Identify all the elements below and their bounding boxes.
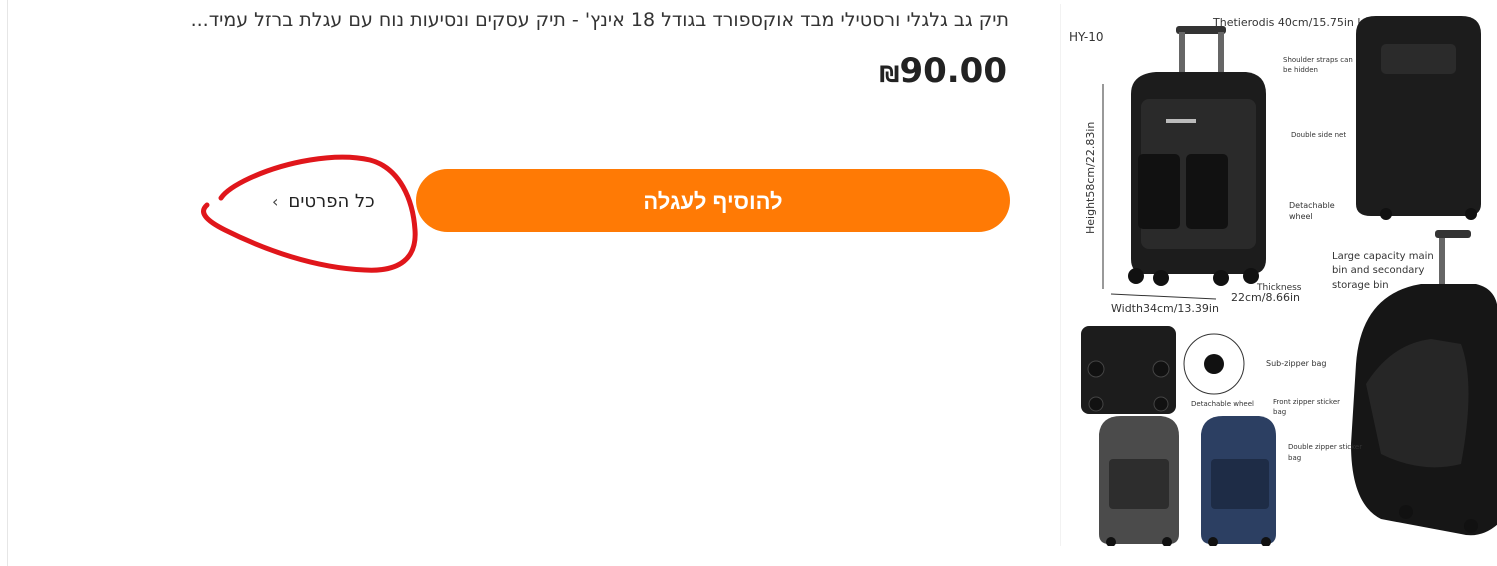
front-zipper-label-1: Front zipper sticker (1273, 398, 1340, 406)
detachable-wheel-label-1: Detachable (1289, 201, 1335, 210)
front-zipper-label-2: bag (1273, 408, 1286, 416)
price-value: 90.00 (899, 51, 1007, 91)
trolley-length-label: Thetierodis 40cm/15.75in long (1212, 16, 1381, 29)
sub-zipper-label: Sub-zipper bag (1266, 359, 1327, 368)
product-title[interactable]: תיק גב גלגלי ורסטילי מבד אוקספורד בגודל … (149, 6, 1009, 34)
width-label: Width34cm/13.39in (1111, 302, 1219, 315)
double-zipper-label-1: Double zipper sticker (1288, 443, 1362, 451)
currency-symbol: ₪ (879, 63, 900, 88)
add-to-cart-button[interactable]: להוסיף לעגלה (416, 169, 1010, 232)
detachable-wheel-label-2: wheel (1289, 212, 1313, 221)
height-label: Height58cm/22.83in (1084, 122, 1097, 234)
double-zipper-label-2: bag (1288, 454, 1301, 462)
page-divider (7, 0, 8, 566)
detachable-wheel-small-label: Detachable wheel (1191, 400, 1254, 408)
thickness-value: 22cm/8.66in (1231, 291, 1300, 304)
shoulder-label-2: be hidden (1283, 66, 1318, 74)
product-image[interactable]: HY-10 Thetierodis 40cm/15.75in long Heig… (1060, 4, 1497, 547)
model-label: HY-10 (1069, 30, 1104, 44)
large-capacity-label-2: bin and secondary (1332, 265, 1425, 276)
product-price: ₪90.00 (880, 50, 1007, 97)
shoulder-label-1: Shoulder straps can (1283, 56, 1353, 64)
large-capacity-label-1: Large capacity main (1332, 251, 1434, 262)
red-circle-annotation (201, 154, 418, 273)
product-page: תיק גב גלגלי ורסטילי מבד אוקספורד בגודל … (0, 0, 1497, 566)
large-capacity-label-3: storage bin (1332, 280, 1389, 291)
backpack-illustration: HY-10 Thetierodis 40cm/15.75in long Heig… (1069, 16, 1497, 547)
double-side-net-label: Double side net (1291, 131, 1346, 139)
